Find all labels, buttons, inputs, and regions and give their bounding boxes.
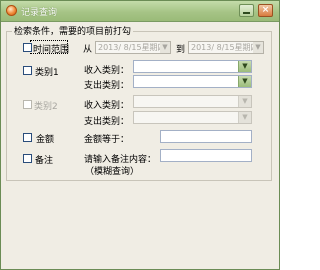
- app-icon: [6, 5, 17, 16]
- minimize-button[interactable]: [239, 4, 254, 17]
- income-category-combo[interactable]: ▼: [133, 60, 252, 73]
- note-checkbox[interactable]: [23, 154, 32, 163]
- category1-checkbox[interactable]: [23, 66, 32, 75]
- chevron-down-icon[interactable]: ▼: [238, 96, 251, 107]
- category1-label: 类别1: [35, 68, 59, 78]
- close-button[interactable]: ×: [258, 4, 273, 17]
- chevron-down-icon[interactable]: ▼: [238, 112, 251, 123]
- income-category2-label: 收入类别：: [84, 101, 130, 111]
- income-category2-combo[interactable]: ▼: [133, 95, 252, 108]
- note-label: 备注: [35, 156, 54, 166]
- amount-equal-label: 金额等于：: [84, 135, 130, 145]
- income-category-label: 收入类别：: [84, 66, 130, 76]
- expense-category-combo[interactable]: ▼: [133, 75, 252, 88]
- chevron-down-icon[interactable]: ▼: [238, 76, 251, 87]
- amount-label: 金额: [36, 135, 55, 145]
- category2-checkbox[interactable]: [23, 100, 32, 109]
- amount-spacer: [133, 130, 161, 143]
- to-label: 到: [176, 45, 186, 55]
- expense-category2-label: 支出类别：: [84, 117, 130, 127]
- window-title: 记录查询: [21, 8, 58, 18]
- from-date-value: 2013/ 8/15星期四: [98, 43, 166, 52]
- amount-input[interactable]: [160, 130, 252, 143]
- note-input[interactable]: [160, 149, 252, 162]
- expense-category-label: 支出类别：: [84, 81, 130, 91]
- amount-checkbox[interactable]: [23, 133, 32, 142]
- category2-label: 类别2: [34, 102, 58, 112]
- group-title: 检索条件，需要的项目前打勾: [12, 24, 134, 37]
- chevron-down-icon[interactable]: ▼: [238, 61, 251, 72]
- close-icon: ×: [261, 5, 270, 15]
- time-range-label: 时间范围: [33, 45, 70, 55]
- to-date-value: 2013/ 8/15星期四: [191, 43, 259, 52]
- chevron-down-icon[interactable]: ▼: [253, 42, 263, 53]
- fuzzy-query-label: （模糊查询）: [85, 167, 140, 177]
- to-date-picker[interactable]: 2013/ 8/15星期四 ▼: [188, 41, 264, 54]
- chevron-down-icon[interactable]: ▼: [160, 42, 170, 53]
- from-label: 从: [83, 45, 93, 55]
- expense-category2-combo[interactable]: ▼: [133, 111, 252, 124]
- minimize-icon: [243, 12, 250, 14]
- title-bar[interactable]: 记录查询 ×: [1, 1, 279, 22]
- from-date-picker[interactable]: 2013/ 8/15星期四 ▼: [95, 41, 171, 54]
- time-range-checkbox[interactable]: [23, 43, 32, 52]
